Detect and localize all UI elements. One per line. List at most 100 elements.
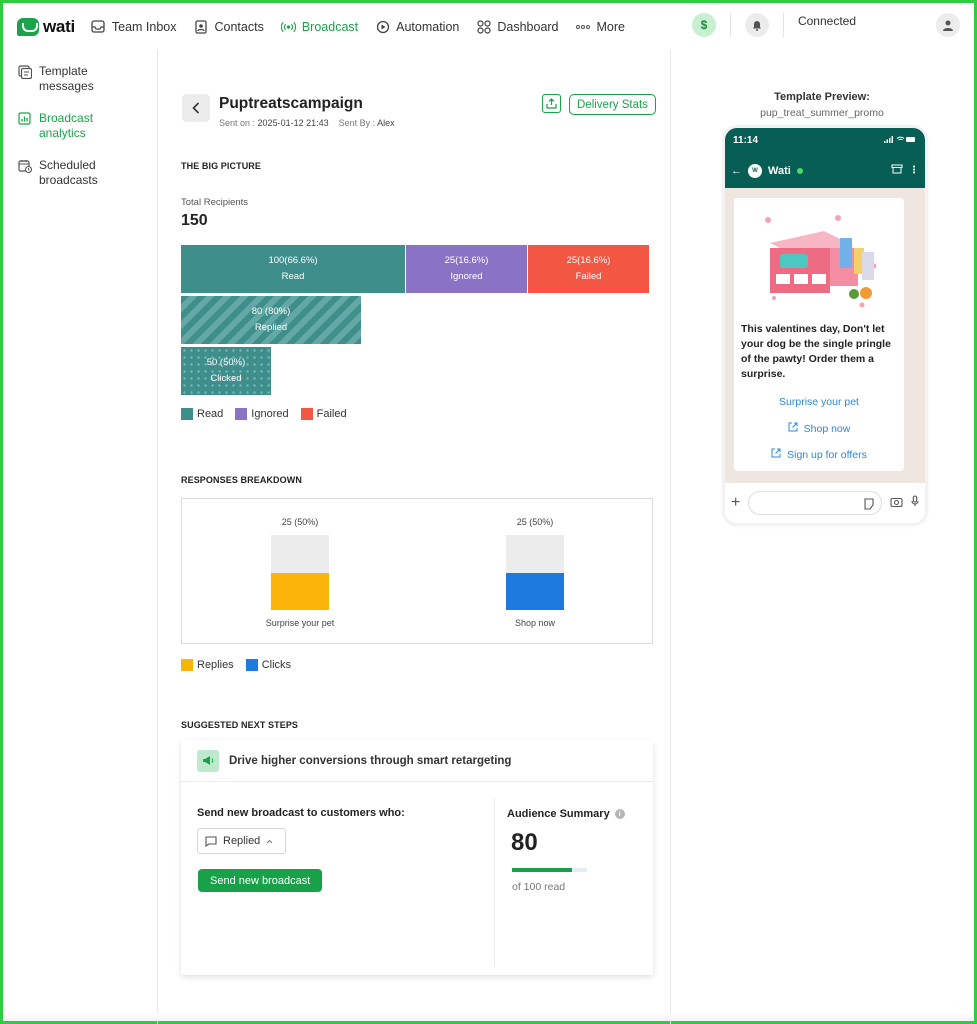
delivery-stats-button[interactable]: Delivery Stats [569,94,656,115]
bar-label: Ignored [450,271,483,282]
chat-icon [205,835,217,847]
suggestion-header: Drive higher conversions through smart r… [181,740,653,782]
nav-label: Automation [396,19,460,34]
notification-bell-icon[interactable] [744,13,769,37]
read-bar: 100(66.6%) Read [181,245,405,293]
signal-battery-icon [883,135,917,147]
suggestion-title: Drive higher conversions through smart r… [229,754,512,767]
analytics-icon [17,111,32,126]
sticker-icon[interactable] [863,497,875,515]
response-bar-track [271,535,329,610]
broadcast-icon [280,19,296,34]
big-picture-legend: Read Ignored Failed [181,408,347,420]
bar-value: 80 (80%) [251,306,291,317]
response-column: 25 (50%) Shop now [475,517,595,628]
contact-avatar: W [748,163,762,178]
audience-sub: of 100 read [512,881,566,893]
phone-mockup: 11:14 ← W Wati ⋮ This valentines day, Do… [725,128,925,523]
legend-swatch [235,408,248,420]
clicked-bar: 50 (50%) Clicked [181,347,271,395]
nav-label: Broadcast [301,19,359,34]
suggested-title: SUGGESTED NEXT STEPS [181,720,299,730]
campaign-meta: Sent on : 2025-01-12 21:43 Sent By : Ale… [219,118,395,128]
divider [494,798,495,966]
microphone-icon[interactable] [911,494,919,512]
top-nav: wati Team Inbox Contacts Broadcast Autom… [3,3,974,50]
back-button[interactable] [182,94,210,122]
sent-by-value: Alex [377,118,395,128]
wati-logo[interactable]: wati [17,17,75,37]
automation-icon [375,19,390,34]
ignored-bar: 25(16.6%) Ignored [406,245,527,293]
bar-value: 100(66.6%) [268,255,318,266]
response-value: 25 (50%) [281,517,319,527]
audience-filter-select[interactable]: Replied [197,828,286,854]
message-bubble: This valentines day, Don't let your dog … [734,198,904,471]
camera-icon[interactable] [890,494,903,512]
bar-label: Replied [254,322,288,333]
chat-header: ← W Wati ⋮ [725,153,925,188]
nav-label: Team Inbox [111,19,177,34]
legend-replies: Replies [181,659,234,671]
sent-by-label: Sent By : [338,118,376,128]
suggestion-card: Drive higher conversions through smart r… [181,740,653,975]
info-icon[interactable]: i [614,809,625,819]
legend-swatch [300,408,313,420]
send-new-broadcast-button[interactable]: Send new broadcast [198,869,323,892]
legend-read: Read [181,408,223,420]
chevron-left-icon [192,102,200,114]
bar-value: 25(16.6%) [566,255,611,266]
bar-value: 25(16.6%) [444,255,489,266]
nav-broadcast[interactable]: Broadcast [280,19,359,34]
online-indicator [796,167,803,174]
arrow-left-icon[interactable]: ← [731,165,742,177]
nav-more[interactable]: More [576,19,625,34]
cta-surprise-your-pet[interactable]: Surprise your pet [734,396,904,408]
sidebar-item-scheduled-broadcasts[interactable]: Scheduled broadcasts [3,158,157,188]
calendar-clock-icon [17,158,32,173]
replies-fill [271,572,329,610]
page-bottom-edge [3,1013,974,1021]
divider [782,13,784,37]
plus-icon[interactable]: + [731,494,740,512]
sidebar: Template messages Broadcast analytics Sc… [3,50,158,1024]
sidebar-item-label: Scheduled broadcasts [39,158,98,187]
phone-status-bar: 11:14 [725,128,925,153]
chat-input-bar: + [725,483,925,523]
external-link-icon [771,448,781,461]
kebab-menu-icon[interactable]: ⋮ [909,165,919,176]
billing-dollar-icon[interactable]: $ [691,13,716,37]
sidebar-item-label: Broadcast analytics [39,111,94,140]
response-label: Shop now [514,618,556,628]
message-input[interactable] [748,491,882,515]
legend-swatch [245,659,258,671]
sent-on-value: 2025-01-12 21:43 [257,118,329,128]
audience-progress-fill [512,868,572,872]
bar-label: Read [281,271,305,282]
sidebar-item-broadcast-analytics[interactable]: Broadcast analytics [3,111,157,141]
total-recipients-value: 150 [181,212,208,229]
nav-automation[interactable]: Automation [375,19,459,34]
cta-sign-up-for-offers[interactable]: Sign up for offers [734,448,904,461]
megaphone-icon [197,749,219,772]
sidebar-item-template-messages[interactable]: Template messages [3,64,157,94]
nav-dashboard[interactable]: Dashboard [476,19,559,34]
contacts-icon [194,19,209,34]
nav-contacts[interactable]: Contacts [194,19,264,34]
nav-team-inbox[interactable]: Team Inbox [91,19,177,34]
export-button[interactable] [542,94,561,113]
legend-swatch [181,659,193,671]
store-icon[interactable] [891,164,903,177]
template-icon [17,64,32,79]
more-icon [576,19,591,34]
user-avatar-icon[interactable] [936,13,960,37]
share-icon [546,98,557,109]
wati-logo-icon [17,17,39,36]
analytics-panel: Puptreatscampaign Sent on : 2025-01-12 2… [159,50,671,1024]
cta-shop-now[interactable]: Shop now [734,422,904,435]
response-bar-track [506,535,564,610]
chat-area: This valentines day, Don't let your dog … [725,188,925,483]
divider [729,13,731,37]
responses-chart: 25 (50%) Surprise your pet 25 (50%) Shop… [181,498,653,644]
campaign-title: Puptreatscampaign [219,95,363,112]
